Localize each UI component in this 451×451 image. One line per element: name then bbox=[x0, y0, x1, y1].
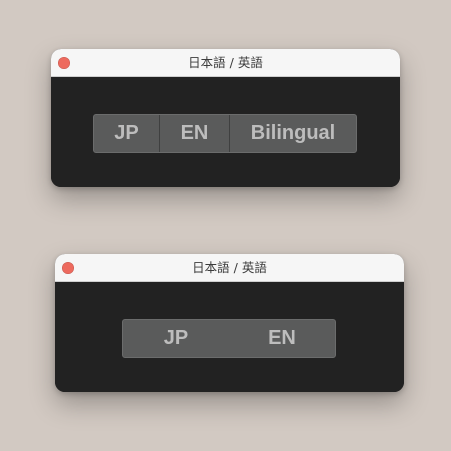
segment-jp[interactable]: JP bbox=[94, 115, 159, 152]
segment-jp[interactable]: JP bbox=[123, 320, 229, 357]
window-content: JP EN bbox=[55, 282, 404, 392]
window-content: JP EN Bilingual bbox=[51, 77, 400, 187]
title-bar[interactable]: 日本語 / 英語 bbox=[51, 49, 400, 77]
segment-en[interactable]: EN bbox=[229, 320, 335, 357]
language-segmented-control: JP EN bbox=[122, 319, 336, 358]
language-window-three-options: 日本語 / 英語 JP EN Bilingual bbox=[51, 49, 400, 187]
language-segmented-control: JP EN Bilingual bbox=[93, 114, 357, 153]
language-window-two-options: 日本語 / 英語 JP EN bbox=[55, 254, 404, 392]
segment-en[interactable]: EN bbox=[159, 115, 229, 152]
window-title: 日本語 / 英語 bbox=[192, 260, 267, 275]
segment-bilingual[interactable]: Bilingual bbox=[229, 115, 356, 152]
title-bar[interactable]: 日本語 / 英語 bbox=[55, 254, 404, 282]
window-title: 日本語 / 英語 bbox=[188, 55, 263, 70]
